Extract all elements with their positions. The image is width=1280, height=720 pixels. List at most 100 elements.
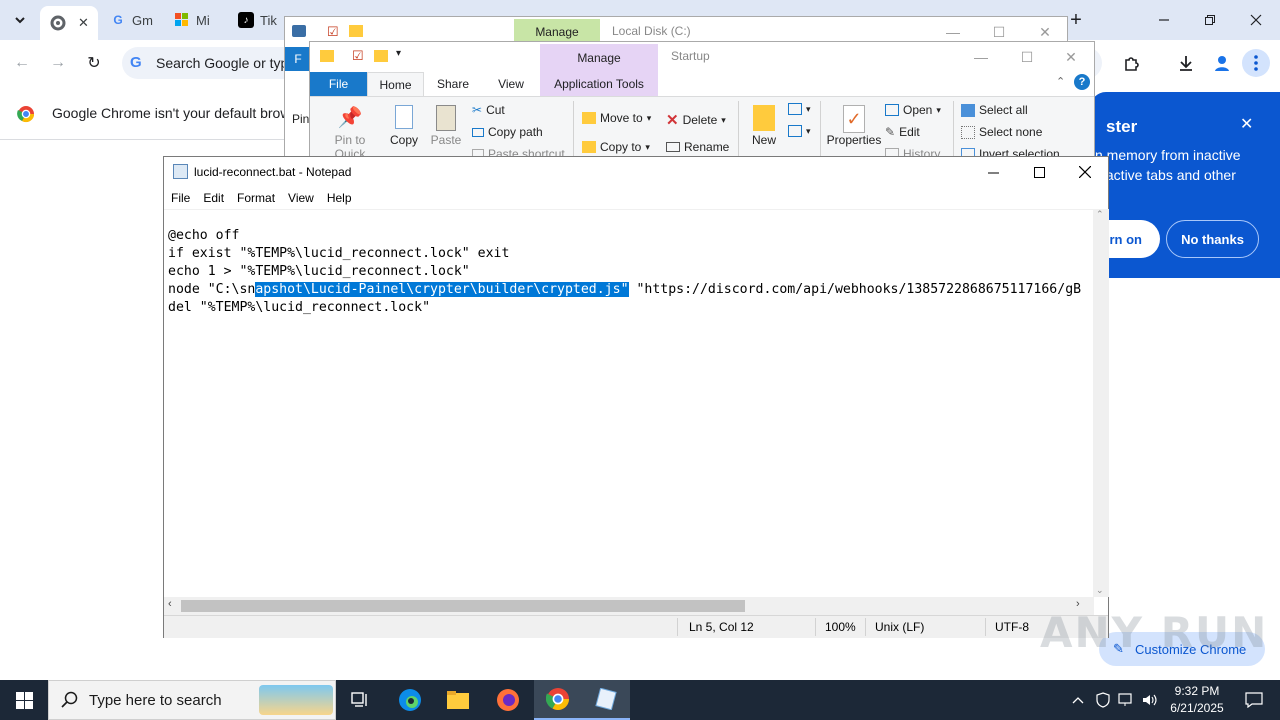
- new-folder-button[interactable]: New: [746, 105, 782, 147]
- tab-active[interactable]: ✕: [40, 6, 98, 40]
- cut-button[interactable]: ✂ Cut: [472, 103, 505, 117]
- network-icon[interactable]: [1115, 680, 1137, 720]
- scroll-left-arrow-icon[interactable]: ‹: [168, 598, 172, 610]
- promo-body-line1: n memory from inactive: [1095, 147, 1241, 163]
- explorer-front-title: Startup: [671, 49, 710, 63]
- tab-view[interactable]: View: [486, 77, 536, 91]
- scroll-down-arrow-icon[interactable]: ⌄: [1096, 585, 1104, 596]
- minimize-icon[interactable]: [1150, 6, 1178, 34]
- minimize-icon[interactable]: —: [958, 42, 1004, 72]
- taskbar-search-box[interactable]: Type here to search: [48, 680, 336, 720]
- delete-button[interactable]: ✕ Delete ▾: [666, 111, 726, 129]
- tab-file[interactable]: File: [310, 72, 367, 96]
- menu-file[interactable]: File: [171, 191, 196, 205]
- notepad-taskbar-icon[interactable]: [582, 680, 630, 720]
- tab-share[interactable]: Share: [428, 77, 478, 91]
- volume-icon[interactable]: [1139, 680, 1161, 720]
- copy-button[interactable]: Copy: [386, 105, 422, 147]
- maximize-icon[interactable]: [1016, 157, 1062, 187]
- tab-tiktok[interactable]: ♪ Tik: [238, 6, 282, 34]
- file-explorer-icon[interactable]: [434, 680, 482, 720]
- minimize-icon[interactable]: [970, 157, 1016, 187]
- close-icon[interactable]: ✕: [1048, 42, 1094, 72]
- copy-icon: [395, 105, 413, 129]
- status-separator: [865, 618, 866, 636]
- explorer-back-title: Local Disk (C:): [612, 24, 691, 38]
- taskbar-clock[interactable]: 9:32 PM 6/21/2025: [1162, 683, 1232, 717]
- search-highlight-beach-icon: [259, 685, 333, 715]
- menu-help[interactable]: Help: [327, 191, 358, 205]
- new-folder-icon: [374, 50, 388, 62]
- show-hidden-icons-chevron-icon[interactable]: [1066, 680, 1090, 720]
- profile-avatar-icon[interactable]: [1208, 49, 1236, 77]
- ribbon-separator: [953, 101, 954, 161]
- vertical-scrollbar[interactable]: ⌃ ⌄: [1093, 209, 1109, 597]
- restore-icon[interactable]: [1196, 6, 1224, 34]
- rename-button[interactable]: Rename: [666, 140, 729, 154]
- promo-title: ster: [1106, 117, 1138, 136]
- collapse-ribbon-icon[interactable]: ⌃: [1056, 75, 1065, 88]
- notepad-text-area[interactable]: @echo off if exist "%TEMP%\lucid_reconne…: [164, 209, 1094, 597]
- properties-button[interactable]: ✓ Properties: [826, 105, 882, 147]
- tab-application-tools[interactable]: Application Tools: [540, 72, 658, 96]
- no-thanks-button[interactable]: No thanks: [1166, 220, 1259, 258]
- menu-format[interactable]: Format: [237, 191, 281, 205]
- maximize-icon[interactable]: ☐: [1004, 42, 1050, 72]
- extensions-puzzle-icon[interactable]: [1118, 49, 1146, 77]
- copy-path-button[interactable]: Copy path: [472, 125, 543, 139]
- pin-icon: 📌: [337, 107, 363, 129]
- open-icon: [885, 104, 899, 116]
- move-folder-icon: [582, 112, 596, 124]
- firefox-icon[interactable]: [484, 680, 532, 720]
- promo-close-icon[interactable]: ✕: [1240, 114, 1253, 134]
- quick-access-dropdown-icon[interactable]: ▾: [396, 48, 401, 59]
- paste-button[interactable]: Paste: [428, 105, 464, 147]
- clock-time: 9:32 PM: [1174, 684, 1220, 698]
- edit-pencil-icon: ✎: [885, 125, 896, 139]
- reload-icon[interactable]: ↻: [80, 49, 108, 77]
- folder-icon: [320, 50, 334, 62]
- tab-search-chevron-icon[interactable]: [6, 6, 34, 34]
- chrome-menu-kebab-icon[interactable]: [1242, 49, 1270, 77]
- copy-to-button[interactable]: Copy to ▾: [582, 140, 650, 154]
- select-all-icon: [961, 103, 975, 117]
- back-arrow-icon[interactable]: ←: [8, 49, 36, 77]
- scroll-up-arrow-icon[interactable]: ⌃: [1096, 209, 1104, 220]
- start-button[interactable]: [0, 680, 48, 720]
- tab-microsoft[interactable]: Mi: [174, 6, 224, 34]
- edit-button[interactable]: ✎ Edit: [885, 125, 920, 139]
- horizontal-scrollbar[interactable]: ‹ ›: [164, 597, 1094, 615]
- anyrun-watermark: ANY RUN: [1040, 608, 1269, 657]
- easy-access-button[interactable]: ▾: [788, 125, 811, 137]
- folder-icon: [349, 25, 363, 37]
- tab-home[interactable]: Home: [367, 72, 424, 97]
- notepad-menubar: File Edit Format View Help: [164, 187, 1108, 209]
- task-view-icon[interactable]: [336, 680, 384, 720]
- google-icon: G: [113, 13, 123, 27]
- download-icon[interactable]: [1172, 49, 1200, 77]
- close-icon[interactable]: [1242, 6, 1270, 34]
- new-item-button[interactable]: ▾: [788, 103, 811, 115]
- menu-edit[interactable]: Edit: [203, 191, 230, 205]
- notifications-icon[interactable]: [1234, 680, 1274, 720]
- edge-browser-icon[interactable]: [386, 680, 434, 720]
- horizontal-scroll-thumb[interactable]: [181, 600, 745, 612]
- delete-x-icon: ✕: [666, 112, 679, 129]
- tab-gmail[interactable]: G Gm: [110, 6, 160, 34]
- security-shield-icon[interactable]: [1092, 680, 1114, 720]
- open-button[interactable]: Open ▾: [885, 103, 941, 117]
- select-all-button[interactable]: Select all: [961, 103, 1028, 117]
- text-line: del "%TEMP%\lucid_reconnect.lock": [168, 300, 431, 315]
- pin-to-quick-access-button[interactable]: 📌 Pin to Quick: [318, 105, 382, 161]
- close-icon[interactable]: [1062, 157, 1108, 187]
- select-none-button[interactable]: Select none: [961, 125, 1042, 139]
- help-icon[interactable]: ?: [1074, 74, 1090, 90]
- status-separator: [985, 618, 986, 636]
- manage-context-tab[interactable]: Manage: [540, 44, 658, 72]
- move-to-button[interactable]: Move to ▾: [582, 111, 651, 125]
- chrome-taskbar-icon[interactable]: [534, 680, 582, 720]
- file-tab-back[interactable]: F: [285, 47, 311, 71]
- forward-arrow-icon[interactable]: →: [44, 49, 72, 77]
- menu-view[interactable]: View: [288, 191, 320, 205]
- tab-close-icon[interactable]: ✕: [78, 15, 89, 31]
